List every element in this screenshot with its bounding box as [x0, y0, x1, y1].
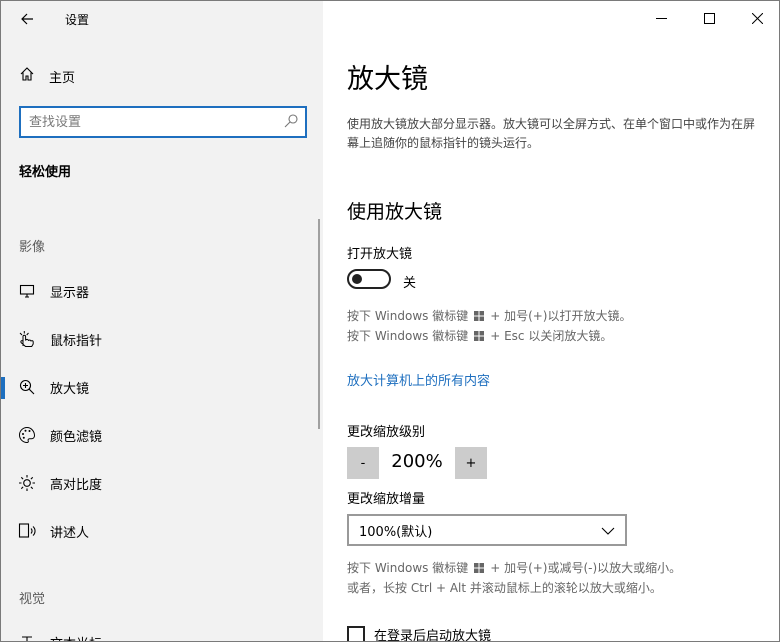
hint-text: 按下 Windows 徽标键 [347, 561, 469, 575]
maximize-icon [703, 12, 715, 24]
back-arrow-icon [21, 13, 33, 25]
toggle-knob [352, 274, 362, 284]
hint-text: 按下 Windows 徽标键 [347, 309, 469, 323]
sidebar-scrollbar[interactable] [318, 219, 320, 429]
magnifier-toggle[interactable] [347, 269, 391, 289]
start-after-signin-option[interactable]: 在登录后启动放大镜 [347, 625, 492, 642]
search-input[interactable] [29, 114, 269, 130]
sidebar-item-label: 高对比度 [50, 477, 103, 493]
minimize-button[interactable] [637, 1, 685, 35]
magnifier-icon [18, 378, 36, 396]
text-cursor-icon [18, 633, 36, 641]
windows-logo-icon [474, 311, 485, 321]
zoom-increment-select[interactable]: 100%(默认) [347, 514, 627, 546]
monitor-icon [18, 282, 36, 300]
page-description: 使用放大镜放大部分显示器。放大镜可以全屏方式、在单个窗口中或作为在屏幕上追随你的… [347, 117, 756, 150]
sidebar-item-label: 讲述人 [50, 525, 90, 541]
sidebar-item-high-contrast[interactable]: 高对比度 [1, 463, 323, 503]
windows-logo-icon [474, 563, 485, 573]
sidebar-item-label: 主页 [49, 70, 76, 86]
group-label-hearing: 视觉 [19, 592, 46, 607]
zoom-level-value: 200% [391, 451, 443, 472]
sidebar-item-home[interactable]: 主页 [1, 57, 323, 95]
chevron-down-icon [601, 527, 615, 535]
zoom-level-label: 更改缩放级别 [347, 425, 426, 440]
sidebar-item-label: 颜色滤镜 [50, 429, 103, 445]
sidebar-item-label: 显示器 [50, 285, 90, 301]
hint-scroll-zoom: 或者，长按 Ctrl + Alt 并滚动鼠标上的滚轮以放大或缩小。 [347, 581, 662, 595]
toggle-label: 打开放大镜 [347, 247, 413, 262]
window-controls [637, 1, 779, 35]
hint-open-shortcut: 按下 Windows 徽标键 + 加号(+)以打开放大镜。 [347, 306, 632, 326]
group-label-vision: 影像 [19, 240, 46, 255]
zoom-increment-label: 更改缩放增量 [347, 492, 426, 507]
sidebar-item-mouse-pointer[interactable]: 鼠标指针 [1, 319, 323, 359]
settings-window: 设置 主页 轻松使用 影像 [0, 0, 780, 642]
back-button[interactable] [15, 7, 39, 31]
sidebar-item-color-filters[interactable]: 颜色滤镜 [1, 415, 323, 455]
search-box[interactable] [19, 106, 307, 138]
narrator-icon [18, 522, 36, 540]
sidebar-item-narrator[interactable]: 讲述人 [1, 511, 323, 551]
mouse-pointer-icon [18, 330, 36, 348]
close-icon [751, 12, 763, 24]
checkbox-label: 在登录后启动放大镜 [374, 629, 492, 642]
toggle-state: 关 [403, 276, 417, 291]
zoom-in-button[interactable]: + [455, 447, 487, 479]
brightness-icon [18, 474, 36, 492]
sidebar-item-label: 鼠标指针 [50, 333, 103, 349]
search-icon[interactable] [283, 113, 299, 133]
hint-text: 按下 Windows 徽标键 [347, 329, 469, 343]
hint-zoom-shortcut: 按下 Windows 徽标键 + 加号(+)或减号(-)以放大或缩小。 [347, 558, 681, 578]
sidebar-item-display[interactable]: 显示器 [1, 271, 323, 311]
sidebar-item-label: 文本光标 [50, 633, 102, 642]
main-content: 放大镜 使用放大镜放大部分显示器。放大镜可以全屏方式、在单个窗口中或作为在屏幕上… [323, 1, 779, 642]
hint-text: + Esc 以关闭放大镜。 [490, 329, 613, 343]
category-heading: 轻松使用 [19, 165, 72, 180]
home-icon [19, 66, 35, 86]
minimize-icon [655, 17, 667, 19]
hint-close-shortcut: 按下 Windows 徽标键 + Esc 以关闭放大镜。 [347, 326, 612, 346]
hint-text: + 加号(+)以打开放大镜。 [490, 309, 632, 323]
section-title: 使用放大镜 [347, 201, 443, 223]
app-title: 设置 [65, 13, 90, 27]
palette-icon [18, 426, 36, 444]
zoom-out-button[interactable]: - [347, 447, 379, 479]
start-after-signin-checkbox[interactable] [347, 625, 365, 641]
magnify-everything-link[interactable]: 放大计算机上的所有内容 [347, 370, 490, 389]
sidebar: 设置 主页 轻松使用 影像 [1, 1, 323, 642]
select-value: 100%(默认) [359, 524, 433, 540]
page-title: 放大镜 [347, 64, 428, 95]
sidebar-item-text-cursor[interactable]: 文本光标 [1, 622, 323, 642]
close-button[interactable] [733, 1, 779, 35]
hint-text: + 加号(+)或减号(-)以放大或缩小。 [490, 561, 682, 575]
maximize-button[interactable] [685, 1, 733, 35]
sidebar-item-magnifier[interactable]: 放大镜 [1, 367, 323, 407]
sidebar-item-label: 放大镜 [50, 381, 90, 397]
windows-logo-icon [474, 331, 485, 341]
